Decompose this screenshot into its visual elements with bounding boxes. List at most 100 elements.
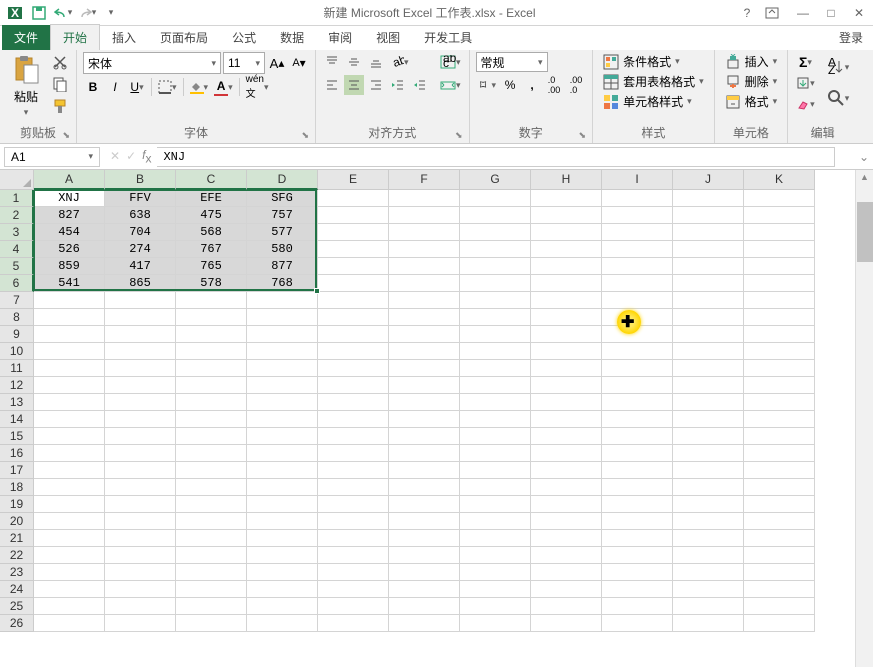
tab-layout[interactable]: 页面布局 bbox=[148, 25, 220, 50]
cell[interactable] bbox=[531, 547, 602, 564]
row-header[interactable]: 25 bbox=[0, 598, 34, 615]
clear-button[interactable]: ▾ bbox=[794, 94, 817, 114]
cell[interactable] bbox=[531, 343, 602, 360]
cell[interactable] bbox=[247, 309, 318, 326]
cell[interactable] bbox=[34, 615, 105, 632]
cell[interactable] bbox=[318, 479, 389, 496]
cell[interactable] bbox=[247, 377, 318, 394]
cell[interactable] bbox=[602, 479, 673, 496]
cell[interactable] bbox=[673, 530, 744, 547]
cell[interactable] bbox=[389, 326, 460, 343]
cell[interactable] bbox=[531, 258, 602, 275]
cell[interactable] bbox=[34, 564, 105, 581]
cell[interactable] bbox=[176, 598, 247, 615]
cell[interactable] bbox=[460, 598, 531, 615]
cell[interactable] bbox=[531, 326, 602, 343]
cell[interactable] bbox=[389, 275, 460, 292]
row-header[interactable]: 3 bbox=[0, 224, 34, 241]
comma-icon[interactable]: , bbox=[522, 75, 542, 95]
cell[interactable] bbox=[105, 326, 176, 343]
cell[interactable]: 475 bbox=[176, 207, 247, 224]
cell[interactable] bbox=[389, 360, 460, 377]
cell[interactable] bbox=[389, 462, 460, 479]
cell[interactable] bbox=[247, 530, 318, 547]
cell[interactable] bbox=[318, 547, 389, 564]
row-header[interactable]: 23 bbox=[0, 564, 34, 581]
percent-icon[interactable]: % bbox=[500, 75, 520, 95]
qat-customize-icon[interactable]: ▾ bbox=[100, 2, 122, 24]
cell[interactable] bbox=[247, 615, 318, 632]
cell[interactable] bbox=[176, 615, 247, 632]
align-launcher-icon[interactable]: ⬊ bbox=[455, 130, 463, 141]
cell[interactable] bbox=[460, 564, 531, 581]
cell[interactable] bbox=[176, 496, 247, 513]
cell[interactable] bbox=[318, 190, 389, 207]
cell[interactable] bbox=[460, 411, 531, 428]
insert-cells-button[interactable]: 插入▾ bbox=[721, 52, 782, 71]
underline-button[interactable]: U▾ bbox=[127, 77, 147, 97]
cell[interactable] bbox=[744, 445, 815, 462]
cell[interactable] bbox=[105, 547, 176, 564]
increase-font-icon[interactable]: A▴ bbox=[267, 53, 287, 73]
row-header[interactable]: 19 bbox=[0, 496, 34, 513]
cell[interactable] bbox=[531, 309, 602, 326]
cell[interactable]: 865 bbox=[105, 275, 176, 292]
cell[interactable] bbox=[602, 445, 673, 462]
row-header[interactable]: 26 bbox=[0, 615, 34, 632]
fx-accept-icon[interactable]: ✓ bbox=[126, 149, 136, 163]
cell[interactable] bbox=[602, 513, 673, 530]
tab-insert[interactable]: 插入 bbox=[100, 25, 148, 50]
cell[interactable] bbox=[247, 598, 318, 615]
excel-icon[interactable]: X bbox=[4, 2, 26, 24]
col-header[interactable]: G bbox=[460, 170, 531, 190]
cell[interactable] bbox=[531, 615, 602, 632]
cell[interactable] bbox=[176, 343, 247, 360]
cell[interactable] bbox=[389, 394, 460, 411]
row-header[interactable]: 10 bbox=[0, 343, 34, 360]
cell[interactable] bbox=[460, 360, 531, 377]
cell[interactable] bbox=[318, 564, 389, 581]
cell[interactable] bbox=[460, 309, 531, 326]
cell[interactable] bbox=[105, 343, 176, 360]
accounting-format-icon[interactable]: ⌑▾ bbox=[476, 75, 499, 95]
cell[interactable] bbox=[389, 428, 460, 445]
cell[interactable] bbox=[105, 496, 176, 513]
cell[interactable] bbox=[318, 394, 389, 411]
cell[interactable] bbox=[531, 445, 602, 462]
cell[interactable] bbox=[531, 462, 602, 479]
cell[interactable]: 638 bbox=[105, 207, 176, 224]
row-header[interactable]: 24 bbox=[0, 581, 34, 598]
cell[interactable] bbox=[389, 207, 460, 224]
align-right-icon[interactable] bbox=[366, 75, 386, 95]
cell[interactable] bbox=[176, 462, 247, 479]
cell[interactable] bbox=[531, 377, 602, 394]
cell[interactable] bbox=[531, 292, 602, 309]
col-header[interactable]: K bbox=[744, 170, 815, 190]
row-header[interactable]: 18 bbox=[0, 479, 34, 496]
cell[interactable] bbox=[176, 326, 247, 343]
cell[interactable] bbox=[602, 496, 673, 513]
cell[interactable] bbox=[318, 462, 389, 479]
cell[interactable] bbox=[531, 513, 602, 530]
cell[interactable] bbox=[176, 394, 247, 411]
cell[interactable]: XNJ bbox=[34, 190, 105, 207]
font-name-combo[interactable]: 宋体▾ bbox=[83, 52, 221, 74]
cell[interactable]: 577 bbox=[247, 224, 318, 241]
cell[interactable] bbox=[247, 360, 318, 377]
cell[interactable] bbox=[247, 513, 318, 530]
increase-indent-icon[interactable] bbox=[410, 75, 430, 95]
cell[interactable] bbox=[389, 258, 460, 275]
cell-grid[interactable]: XNJFFVEFESFG8276384757574547045685775262… bbox=[34, 190, 855, 667]
col-header[interactable]: I bbox=[602, 170, 673, 190]
fill-handle[interactable] bbox=[314, 288, 320, 294]
vertical-scrollbar[interactable]: ▲ bbox=[855, 170, 873, 667]
cell[interactable] bbox=[105, 513, 176, 530]
cell[interactable] bbox=[744, 275, 815, 292]
tab-dev[interactable]: 开发工具 bbox=[412, 25, 484, 50]
cell[interactable]: 704 bbox=[105, 224, 176, 241]
align-left-icon[interactable] bbox=[322, 75, 342, 95]
cell[interactable] bbox=[34, 496, 105, 513]
col-header[interactable]: E bbox=[318, 170, 389, 190]
row-header[interactable]: 11 bbox=[0, 360, 34, 377]
cell[interactable] bbox=[744, 377, 815, 394]
